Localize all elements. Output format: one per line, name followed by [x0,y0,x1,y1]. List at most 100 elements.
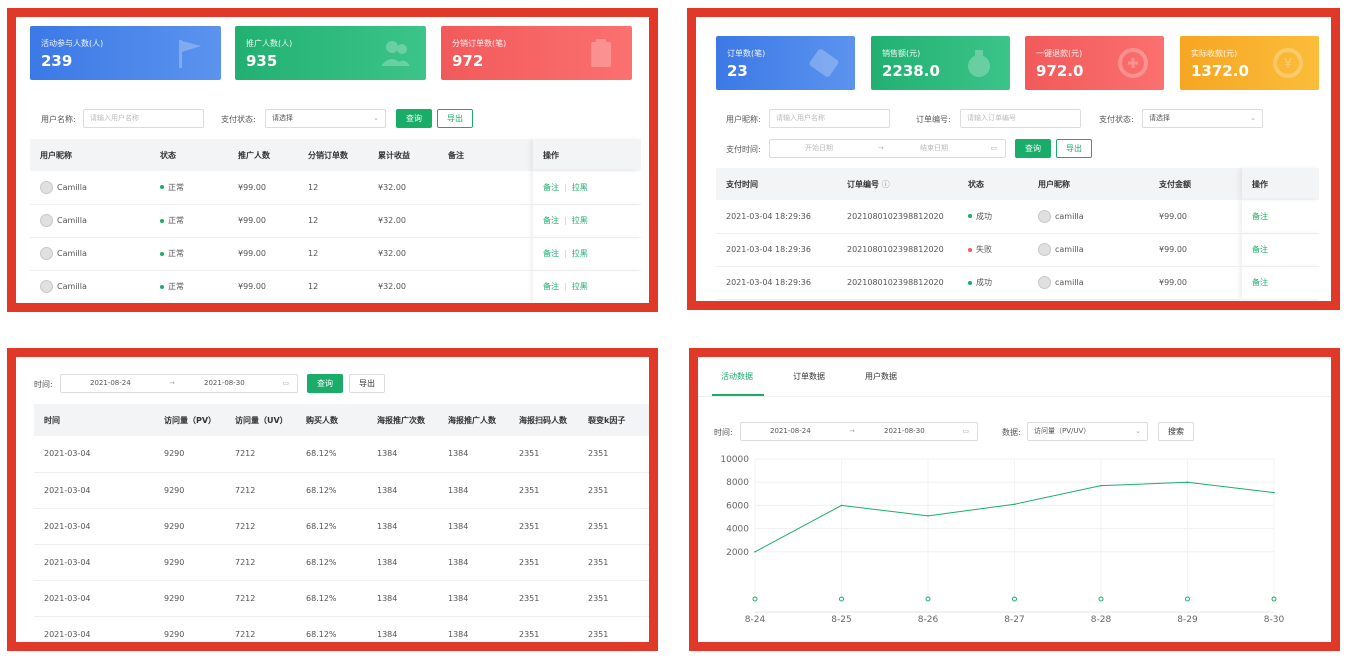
user-name: Camilla [57,182,87,192]
chevron-down-icon: ⌄ [373,114,379,122]
action-cell: 备注 [1242,266,1319,300]
k-factor-cell: 2351 [578,472,649,509]
note-link[interactable]: 备注 [543,249,559,258]
card-value: 2238.0 [882,62,940,80]
search-button[interactable]: 搜索 [1158,422,1194,441]
tab-activity-data[interactable]: 活动数据 [721,371,753,382]
table-row: 2021-03-04 9290 7212 68.12% 1384 1384 2351 2351 [34,580,649,617]
data-point [1013,503,1016,506]
table-row: 2021-03-04 9290 7212 68.12% 1384 1384 2351 2351 [34,436,649,473]
poster-shares-cell: 1384 [367,544,438,581]
status-text: 失败 [976,245,992,254]
date-range-picker[interactable]: 2021-08-24 → 2021-08-30 ▭ [60,374,298,393]
activity-stats-panel: 时间: 2021-08-24 → 2021-08-30 ▭ 查询 导出 时间 访… [7,348,658,651]
card-label: 实际收款(元) [1191,49,1238,58]
export-button[interactable]: 导出 [1056,139,1092,158]
pay-time-range[interactable]: 开始日期 → 结束日期 ▭ [769,139,1006,158]
k-factor-cell: 2351 [578,616,649,642]
user-name: Camilla [57,249,87,258]
poster-shares-cell: 1384 [367,616,438,642]
pv-cell: 9290 [154,580,225,617]
query-button[interactable]: 查询 [1015,139,1051,158]
pay-status-select[interactable]: 请选择 ⌄ [265,109,386,128]
buyers-cell: 68.12% [296,616,367,642]
earnings-cell: ¥32.00 [368,270,438,303]
card-label: 一键退款(元) [1036,49,1083,58]
status-dot [160,284,164,289]
money-bag-icon [968,50,990,77]
card-value: 239 [41,52,73,70]
table-header-row: 时间 访问量（PV） 访问量（UV） 购买人数 海报推广次数 海报推广人数 海报… [34,404,649,436]
table-row: 2021-03-04 18:29:36 2021080102398812020 成功… [716,266,1319,300]
k-factor-cell: 2351 [578,544,649,581]
block-link[interactable]: 拉黑 [572,282,588,291]
metric-select[interactable]: 访问量（PV/UV） ⌄ [1027,422,1148,441]
tab-user-data[interactable]: 用户数据 [865,371,897,382]
note-link[interactable]: 备注 [1252,212,1268,221]
date-cell: 2021-03-04 [34,580,154,617]
block-link[interactable]: 拉黑 [572,216,588,225]
user-cell: camilla [1028,233,1149,267]
note-link[interactable]: 备注 [543,282,559,291]
status-text: 正常 [168,216,184,225]
nickname-input[interactable]: 请输入用户名称 [769,109,890,128]
poster-scans-cell: 2351 [509,544,578,581]
user-name: Camilla [57,216,87,225]
avatar [40,280,53,293]
order-count-card: 订单数(笔) 23 [716,36,855,90]
poster-scans-cell: 2351 [509,436,578,473]
avatar [40,180,53,194]
table-row: Camilla 正常 ¥99.00 12 ¥32.00 备注 | 拉黑 [30,270,641,303]
tab-bar: 活动数据 订单数据 用户数据 [698,357,1331,397]
note-link[interactable]: 备注 [1252,278,1268,287]
block-link[interactable]: 拉黑 [572,183,588,192]
nickname-input[interactable]: 请输入用户名称 [83,109,204,128]
export-button[interactable]: 导出 [437,109,473,128]
order-no-label: 订单编号: [916,115,951,124]
block-link[interactable]: 拉黑 [572,249,588,258]
query-button[interactable]: 查询 [396,109,432,128]
participants-card: 活动参与人数(人) 239 [30,26,221,80]
y-tick-label: 4000 [726,525,749,535]
promotion-panel: 活动参与人数(人) 239 推广人数(人) 935 分销订单数(笔) 972 用… [7,8,658,312]
tab-order-data[interactable]: 订单数据 [793,371,825,382]
date-range-picker[interactable]: 2021-08-24 → 2021-08-30 ▭ [740,422,978,441]
export-button[interactable]: 导出 [349,374,385,393]
poster-shares-cell: 1384 [367,508,438,545]
data-point [927,515,929,517]
order-no-cell: 2021080102398812020 [837,233,958,267]
date-cell: 2021-03-04 [34,508,154,545]
poster-scans-cell: 2351 [509,616,578,642]
k-factor-cell: 2351 [578,580,649,617]
note-link[interactable]: 备注 [543,216,559,225]
col-header: 海报推广人数 [438,404,509,436]
uv-cell: 7212 [225,436,296,473]
nickname-label: 用户名称: [41,115,76,124]
x-axis-marker [1271,596,1277,602]
card-value: 935 [246,52,278,70]
date-cell: 2021-03-04 [34,616,154,642]
select-value: 访问量（PV/UV） [1034,427,1091,435]
earnings-cell: ¥32.00 [368,237,438,271]
pay-status-select[interactable]: 请选择 ⌄ [1142,109,1263,128]
activity-table: 时间 访问量（PV） 访问量（UV） 购买人数 海报推广次数 海报推广人数 海报… [34,404,649,642]
earnings-cell: ¥32.00 [368,204,438,238]
card-label: 订单数(笔) [727,49,766,58]
query-button[interactable]: 查询 [307,374,343,393]
note-link[interactable]: 备注 [1252,245,1268,254]
table-header-row: 用户昵称 状态 推广人数 分销订单数 累计收益 备注 操作 [30,139,641,171]
data-point [1273,491,1275,494]
x-tick-label: 8-28 [1091,615,1112,625]
start-date: 2021-08-24 [90,379,131,387]
table-row: 2021-03-04 9290 7212 68.12% 1384 1384 2351 2351 [34,472,649,509]
table-row: 2021-03-04 9290 7212 68.12% 1384 1384 2351 2351 [34,616,649,642]
note-link[interactable]: 备注 [543,183,559,192]
status-dot [160,185,164,190]
promoters-cell: ¥99.00 [228,171,298,205]
order-no-input[interactable]: 请输入订单编号 [960,109,1081,128]
card-value: 972.0 [1036,62,1084,80]
data-point [1100,484,1102,487]
clipboard-icon [591,39,611,67]
promoters-card: 推广人数(人) 935 [235,26,426,80]
info-icon[interactable]: ⓘ [882,180,890,189]
